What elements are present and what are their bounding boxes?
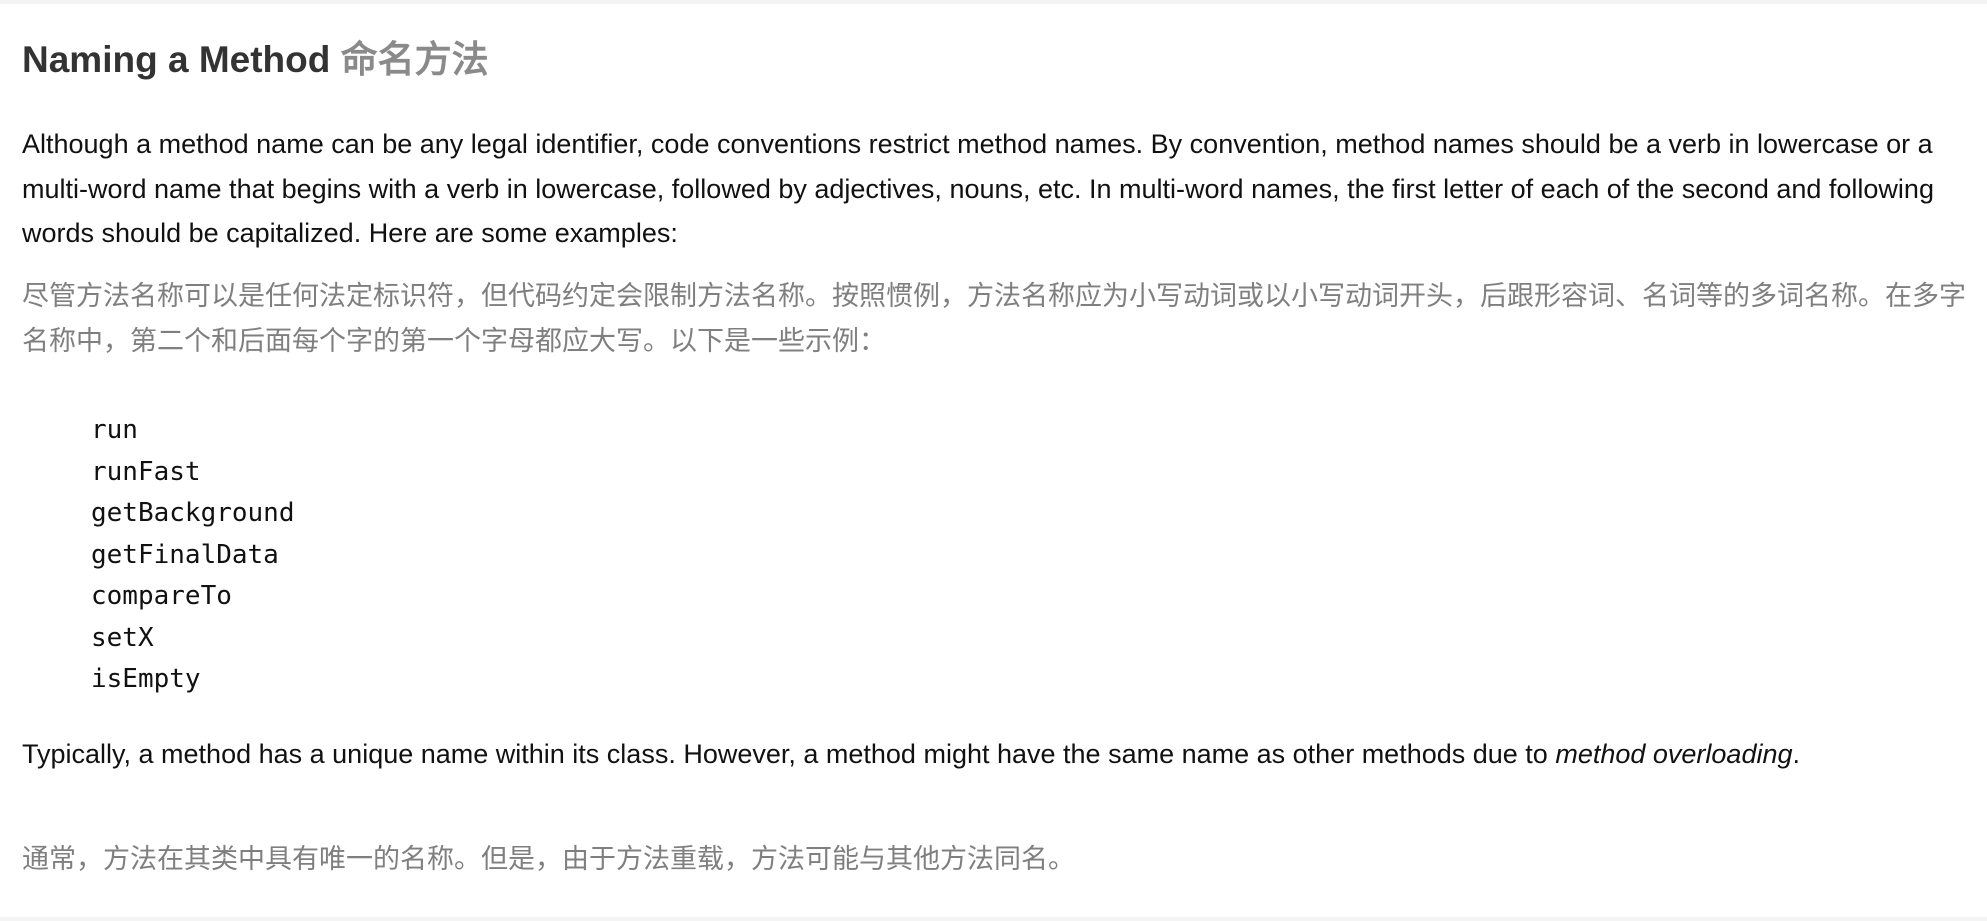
document-page: Naming a Method 命名方法 Although a method n…: [0, 0, 1987, 921]
section-heading: Naming a Method 命名方法: [22, 36, 489, 84]
overloading-period: .: [1792, 739, 1801, 769]
bottom-divider: [0, 917, 1987, 921]
heading-english: Naming a Method: [22, 39, 331, 80]
code-example: run: [91, 415, 138, 445]
heading-chinese: 命名方法: [340, 38, 489, 81]
intro-paragraph-chinese: 尽管方法名称可以是任何法定标识符，但代码约定会限制方法名称。按照惯例，方法名称应…: [22, 281, 1966, 357]
overloading-paragraph-english: Typically, a method has a unique name wi…: [22, 732, 1972, 777]
code-example: getBackground: [91, 498, 295, 528]
code-example: runFast: [91, 456, 201, 487]
code-example: getFinalData: [91, 539, 279, 570]
code-example: isEmpty: [91, 664, 201, 694]
code-example: setX: [91, 622, 154, 653]
overloading-text: Typically, a method has a unique name wi…: [22, 739, 1556, 769]
overloading-term: method overloading: [1555, 739, 1793, 769]
top-divider: [0, 0, 1987, 4]
method-name-examples: run runFast getBackground getFinalData c…: [91, 410, 295, 701]
overloading-paragraph-chinese: 通常，方法在其类中具有唯一的名称。但是，由于方法重载，方法可能与其他方法同名。: [22, 844, 1075, 875]
code-example: compareTo: [91, 581, 232, 611]
intro-paragraph-english: Although a method name can be any legal …: [22, 129, 1934, 248]
